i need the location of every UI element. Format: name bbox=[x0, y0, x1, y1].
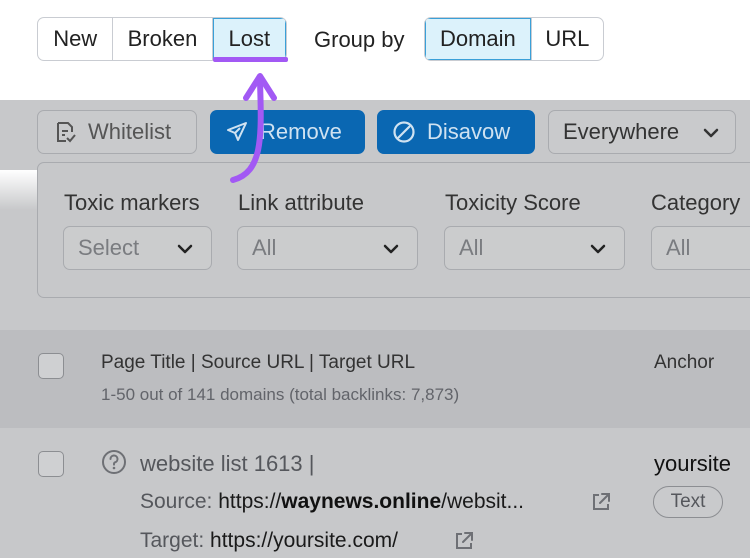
annotation-arrow bbox=[230, 73, 277, 183]
